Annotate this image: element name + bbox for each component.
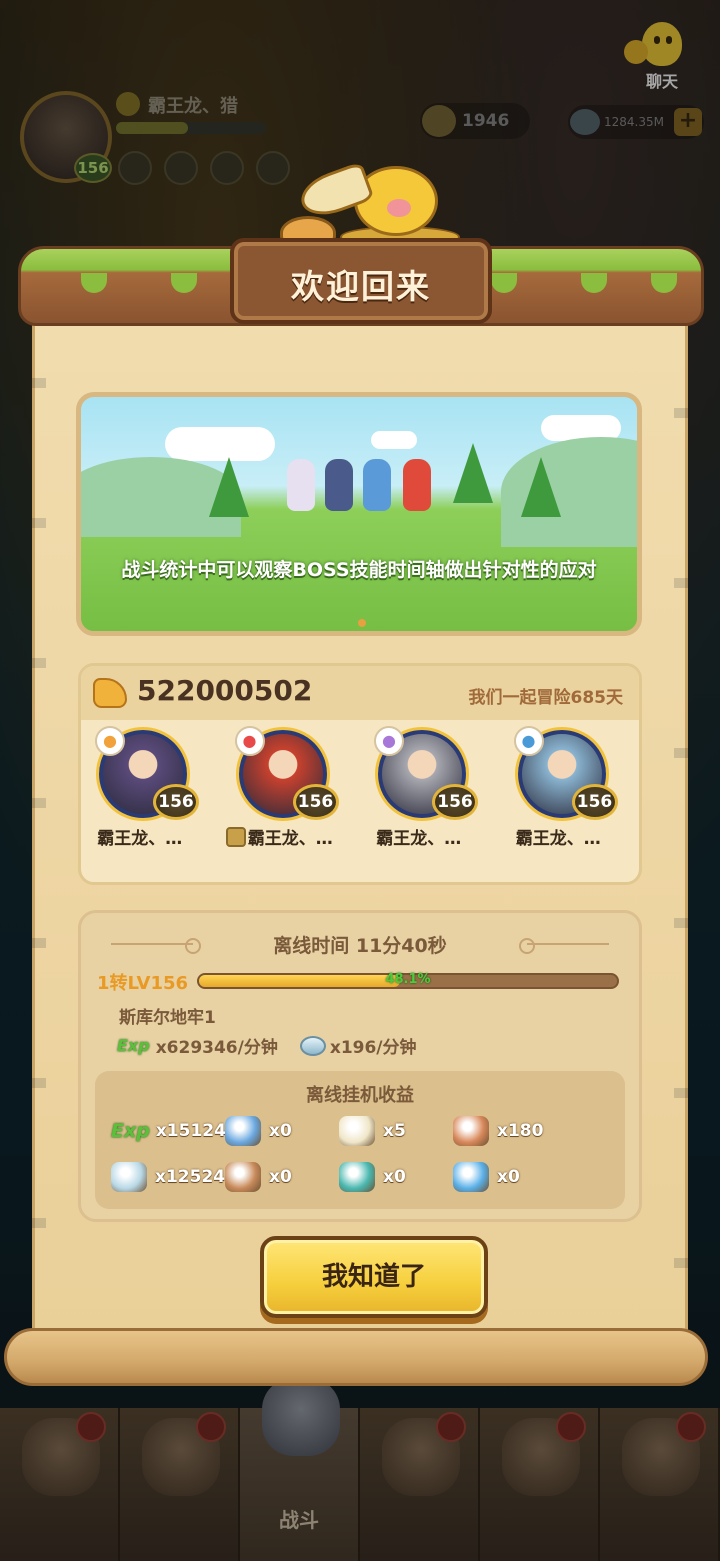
offline-rewards: 离线挂机收益 Exp x15124362 x0 x5 x180 x12524 x0 x0 x0 (95, 1071, 625, 1209)
hero-name-text: 霸王龙、… (97, 829, 183, 849)
hero-slot[interactable]: ● 156 霸王龙、… (81, 722, 221, 882)
hero-level-badge: 156 (432, 784, 478, 820)
reward-quantity: x0 (497, 1167, 520, 1187)
reward-item[interactable]: x12524 (111, 1161, 225, 1193)
hero-slot[interactable]: ● 156 霸王龙、… (360, 722, 500, 882)
level-label: 1转LV156 (97, 973, 189, 994)
leader-badge-icon (225, 827, 246, 847)
exp-icon: Exp (117, 1036, 150, 1055)
confirm-button[interactable]: 我知道了 (260, 1236, 488, 1318)
dialog-title: 欢迎回来 (291, 267, 431, 306)
diamond-stone-icon (299, 1035, 326, 1056)
blue-crystal-icon (453, 1162, 489, 1192)
hero-level-badge: 156 (571, 784, 618, 820)
reward-quantity: x0 (269, 1167, 292, 1187)
team-header: 522000502 我们一起冒险685天 (81, 666, 639, 720)
tree-icon (521, 457, 561, 517)
offline-panel: 离线时间 11分40秒 1转LV156 48.1% 斯库尔地牢1 Exp x62… (78, 910, 642, 1222)
title-plaque: 欢迎回来 (230, 238, 492, 324)
team-panel: 522000502 我们一起冒险685天 ● 156 霸王龙、… ● 156 霸王龙、… ●… (78, 663, 642, 885)
hero-level-badge: 156 (153, 784, 199, 820)
stage-name: 斯库尔地牢1 (119, 1008, 216, 1028)
orb-icon: ● (374, 726, 404, 756)
hero-name-text: 霸王龙、… (247, 829, 333, 849)
tip-carousel[interactable]: 战斗统计中可以观察BOSS技能时间轴做出针对性的应对 (76, 392, 642, 636)
reward-item[interactable]: x0 (339, 1161, 453, 1193)
reward-quantity: x12524 (155, 1167, 226, 1187)
reward-quantity: x5 (383, 1121, 406, 1141)
reward-grid: Exp x15124362 x0 x5 x180 x12524 x0 x0 x0 (111, 1115, 621, 1193)
exp-icon: Exp (111, 1120, 150, 1142)
cloud-icon (165, 427, 275, 461)
hero-sprite (403, 459, 431, 511)
cloud-icon (371, 431, 417, 449)
level-progress-bar: 48.1% (197, 972, 619, 989)
hero-row: ● 156 霸王龙、… ● 156 霸王龙、… ● 156 霸王龙、… ● 156 霸王龙、… (81, 722, 639, 882)
team-power: 522000502 (137, 674, 313, 707)
trident-icon: ● (95, 726, 125, 756)
hero-name: 霸王龙、… (500, 824, 618, 849)
meat-icon (225, 1162, 261, 1192)
reward-item[interactable]: x0 (225, 1115, 339, 1147)
potion-cards-icon (225, 1116, 261, 1146)
hero-sprite (363, 459, 391, 511)
hero-name: 霸王龙、… (221, 824, 339, 849)
reward-quantity: x0 (269, 1121, 292, 1141)
glowing-stone-icon (339, 1116, 375, 1146)
scroll-bottom-roll (4, 1328, 708, 1386)
gem-rate: x196/分钟 (329, 1038, 417, 1058)
wind-icon: ● (513, 726, 544, 756)
income-rate-row: Exp x629346/分钟 x196/分钟 (117, 1033, 417, 1058)
reward-item[interactable]: x180 (453, 1115, 567, 1147)
hero-name-text: 霸王龙、… (376, 829, 462, 849)
power-arm-icon (93, 678, 127, 708)
teal-gem-icon (339, 1162, 375, 1192)
hero-level-badge: 156 (292, 784, 339, 820)
hero-slot[interactable]: ● 156 霸王龙、… (221, 722, 361, 882)
reward-item[interactable]: x5 (339, 1115, 453, 1147)
tree-icon (453, 443, 493, 503)
hero-sprite (325, 459, 353, 511)
reward-item[interactable]: x0 (453, 1161, 567, 1193)
swirl-icon: ● (234, 726, 265, 756)
reward-quantity: x0 (383, 1167, 406, 1187)
reward-quantity: x180 (497, 1121, 544, 1141)
tree-icon (209, 457, 249, 517)
rewards-title: 离线挂机收益 (306, 1085, 414, 1106)
hero-name-text: 霸王龙、… (515, 829, 601, 849)
tip-text: 战斗统计中可以观察BOSS技能时间轴做出针对性的应对 (121, 559, 597, 581)
carousel-dot[interactable] (358, 619, 366, 627)
offline-time: 离线时间 11分40秒 (273, 935, 447, 957)
exp-rate: x629346/分钟 (155, 1038, 278, 1058)
reward-item[interactable]: Exp x15124362 (111, 1115, 261, 1147)
adventure-days: 我们一起冒险685天 (468, 688, 624, 708)
hero-sprite (287, 459, 315, 511)
hero-name: 霸王龙、… (81, 824, 199, 849)
level-progress-text: 48.1% (385, 972, 431, 987)
hero-slot[interactable]: ● 156 霸王龙、… (500, 722, 640, 882)
medal-icon (453, 1116, 489, 1146)
hero-name: 霸王龙、… (360, 824, 478, 849)
diamond-stone-icon (111, 1162, 147, 1192)
reward-item[interactable]: x0 (225, 1161, 339, 1193)
